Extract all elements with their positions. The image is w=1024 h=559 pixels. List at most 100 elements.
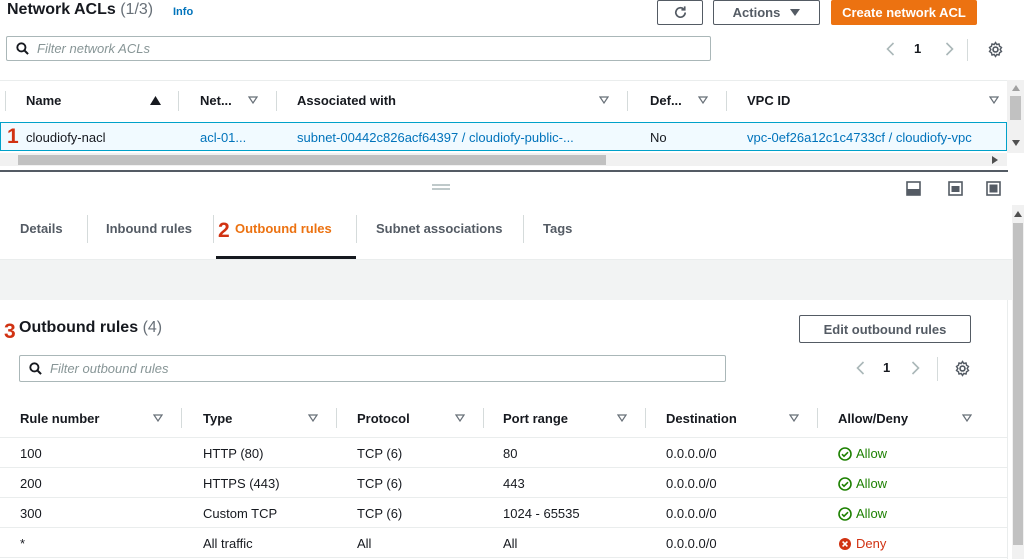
scrollbar-thumb[interactable] — [1010, 96, 1021, 120]
cell-vpc-id[interactable]: vpc-0ef26a12c1c4733cf / cloudiofy-vpc — [747, 130, 972, 145]
sort-desc-icon[interactable] — [989, 96, 999, 104]
column-header-associated[interactable]: Associated with — [297, 93, 396, 108]
vertical-scrollbar[interactable] — [1012, 205, 1024, 559]
column-header-default[interactable]: Def... — [650, 93, 682, 108]
tab-divider — [213, 215, 214, 243]
sort-desc-icon[interactable] — [308, 414, 318, 422]
annotation-number: 1 — [7, 125, 19, 148]
outbound-page-number[interactable]: 1 — [883, 360, 890, 375]
divider — [0, 80, 1024, 81]
tab-inbound-rules[interactable]: Inbound rules — [106, 221, 192, 236]
tab-subnet-associations[interactable]: Subnet associations — [376, 221, 502, 236]
tab-tags[interactable]: Tags — [543, 221, 572, 236]
status-badge: Deny — [838, 536, 886, 551]
chevron-left-icon[interactable] — [886, 42, 895, 56]
search-icon — [29, 362, 42, 375]
drag-handle-icon[interactable] — [430, 183, 452, 191]
table-row[interactable]: cloudiofy-nacl acl-01... subnet-00442c82… — [0, 122, 1007, 151]
scrollbar-thumb[interactable] — [18, 155, 606, 165]
sort-desc-icon[interactable] — [789, 414, 799, 422]
chevron-up-icon[interactable] — [1014, 211, 1022, 217]
sort-desc-icon[interactable] — [617, 414, 627, 422]
cell-default: No — [650, 130, 667, 145]
column-divider — [336, 408, 337, 428]
column-divider — [726, 91, 727, 111]
table-row[interactable]: * All traffic All All 0.0.0.0/0 Deny — [0, 529, 1008, 558]
tab-outbound-rules[interactable]: Outbound rules — [235, 221, 332, 236]
outbound-title-text: Outbound rules — [19, 319, 139, 336]
outbound-pagination: 1 — [850, 358, 930, 378]
status-text: Allow — [856, 476, 888, 491]
sort-desc-icon[interactable] — [248, 96, 258, 104]
column-header-destination[interactable]: Destination — [666, 411, 737, 426]
column-header-rule-number[interactable]: Rule number — [20, 411, 99, 426]
chevron-down-icon[interactable] — [1012, 140, 1020, 146]
tab-details[interactable]: Details — [20, 221, 63, 236]
cell-network-acl-id[interactable]: acl-01... — [200, 130, 246, 145]
settings-icon[interactable] — [987, 41, 1004, 58]
table-row[interactable]: 200 HTTPS (443) TCP (6) 443 0.0.0.0/0 Al… — [0, 469, 1008, 498]
refresh-button[interactable] — [657, 0, 703, 25]
cell-rule-number: 100 — [20, 446, 42, 461]
create-network-acl-button[interactable]: Create network ACL — [831, 0, 977, 25]
divider — [967, 39, 968, 61]
check-circle-icon — [838, 476, 852, 491]
x-circle-icon — [839, 537, 851, 550]
annotation-number: 2 — [218, 219, 230, 242]
sort-desc-icon[interactable] — [153, 414, 163, 422]
edit-outbound-rules-button[interactable]: Edit outbound rules — [799, 315, 971, 343]
column-header-type[interactable]: Type — [203, 411, 232, 426]
chevron-right-icon[interactable] — [945, 42, 954, 56]
column-divider — [5, 91, 6, 111]
status-text: Allow — [856, 446, 888, 461]
chevron-right-icon[interactable] — [911, 361, 920, 375]
split-bottom-icon[interactable] — [906, 181, 921, 196]
acl-pagination: 1 — [880, 39, 960, 59]
tab-divider — [356, 215, 357, 243]
split-full-icon[interactable] — [986, 181, 1001, 196]
cell-destination: 0.0.0.0/0 — [666, 476, 717, 491]
outbound-search-input[interactable] — [50, 361, 677, 376]
chevron-left-icon[interactable] — [856, 361, 865, 375]
scrollbar-thumb[interactable] — [1013, 223, 1023, 545]
split-side-icon[interactable] — [948, 181, 963, 196]
tab-divider — [87, 215, 88, 243]
outbound-table-header: Rule number Type Protocol Port range Des… — [0, 398, 1008, 438]
cell-rule-number: 200 — [20, 476, 42, 491]
actions-button[interactable]: Actions — [713, 0, 820, 25]
acl-search[interactable] — [6, 36, 711, 61]
column-header-protocol[interactable]: Protocol — [357, 411, 410, 426]
sort-asc-icon[interactable] — [150, 96, 161, 105]
column-header-name[interactable]: Name — [26, 93, 61, 108]
acl-page-number[interactable]: 1 — [914, 41, 921, 56]
cell-type: HTTPS (443) — [203, 476, 280, 491]
table-row[interactable]: 300 Custom TCP TCP (6) 1024 - 65535 0.0.… — [0, 499, 1008, 528]
column-header-network[interactable]: Net... — [200, 93, 232, 108]
settings-icon[interactable] — [954, 360, 971, 377]
chevron-right-icon[interactable] — [992, 156, 998, 164]
sort-desc-icon[interactable] — [599, 96, 609, 104]
search-icon — [16, 42, 29, 55]
acl-search-input[interactable] — [37, 41, 662, 56]
table-row[interactable]: 100 HTTP (80) TCP (6) 80 0.0.0.0/0 Allow — [0, 439, 1008, 468]
status-text: Allow — [856, 506, 888, 521]
cell-type: HTTP (80) — [203, 446, 264, 461]
sort-desc-icon[interactable] — [698, 96, 708, 104]
column-header-vpc[interactable]: VPC ID — [747, 93, 790, 108]
chevron-up-icon[interactable] — [1012, 85, 1020, 91]
sort-desc-icon[interactable] — [455, 414, 465, 422]
column-header-port-range[interactable]: Port range — [503, 411, 568, 426]
cell-associated-with[interactable]: subnet-00442c826acf64397 / cloudiofy-pub… — [297, 130, 574, 145]
cell-port-range: All — [503, 536, 518, 551]
info-link[interactable]: Info — [173, 6, 193, 18]
vertical-scrollbar[interactable] — [1007, 80, 1024, 153]
split-panel-divider[interactable] — [0, 170, 1008, 172]
check-circle-icon — [838, 446, 852, 461]
column-divider — [276, 91, 277, 111]
status-badge: Allow — [838, 506, 887, 521]
outbound-search[interactable] — [19, 355, 726, 382]
column-header-allow-deny[interactable]: Allow/Deny — [838, 411, 908, 426]
column-divider — [645, 408, 646, 428]
horizontal-scrollbar[interactable] — [0, 153, 1007, 166]
sort-desc-icon[interactable] — [962, 414, 972, 422]
